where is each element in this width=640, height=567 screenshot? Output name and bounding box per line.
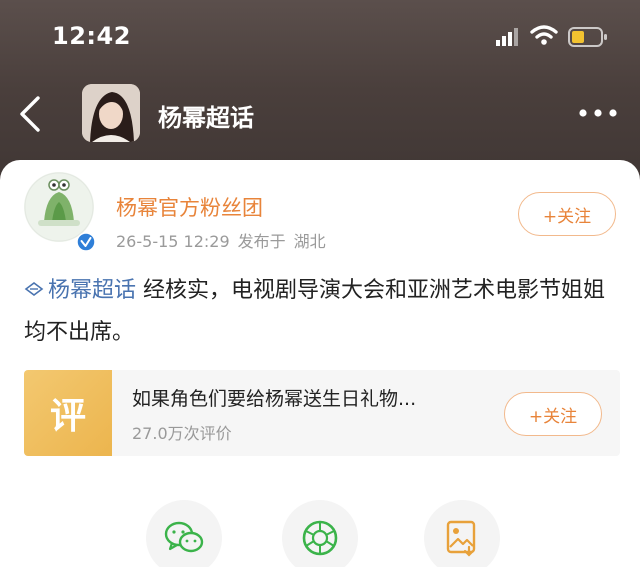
back-arrow-icon[interactable]	[16, 94, 44, 134]
status-time: 12:42	[52, 22, 131, 50]
wechat-icon	[164, 521, 204, 553]
moments-icon	[302, 520, 338, 556]
share-wechat-button[interactable]	[146, 500, 222, 567]
follow-review-button[interactable]: +关注	[504, 392, 602, 436]
topic-link[interactable]: 杨幂超话	[24, 278, 136, 303]
post-body: 杨幂超话 经核实，电视剧导演大会和亚洲艺术电影节姐姐均不出席。	[24, 270, 620, 354]
review-title[interactable]: 如果角色们要给杨幂送生日礼物...	[132, 384, 416, 411]
status-bar: 12:42	[0, 0, 640, 72]
post-meta: 26-5-15 12:29 发布于 湖北	[116, 228, 334, 252]
verified-badge-icon	[76, 232, 96, 252]
review-count: 27.0万次评价	[132, 424, 232, 443]
page-title: 杨幂超话	[158, 104, 254, 132]
super-topic-icon	[24, 282, 44, 296]
portrait-image	[82, 84, 140, 142]
share-moments-button[interactable]	[282, 500, 358, 567]
topic-avatar[interactable]	[82, 84, 140, 142]
signal-icon	[496, 28, 518, 46]
more-options-icon[interactable]	[576, 106, 620, 120]
wifi-icon	[530, 25, 558, 45]
location-prefix: 发布于	[237, 232, 286, 251]
save-image-button[interactable]	[424, 500, 500, 567]
top-navigation: 杨幂超话	[0, 82, 640, 152]
battery-icon	[568, 27, 607, 47]
follow-author-button[interactable]: +关注	[518, 192, 616, 236]
author-name[interactable]: 杨幂官方粉丝团	[116, 192, 263, 222]
post-location: 湖北	[293, 232, 326, 251]
post-date: 26-5-15 12:29	[116, 232, 230, 251]
topic-name: 杨幂超话	[48, 278, 137, 303]
review-badge: 评	[24, 370, 112, 456]
save-image-icon	[446, 520, 476, 557]
